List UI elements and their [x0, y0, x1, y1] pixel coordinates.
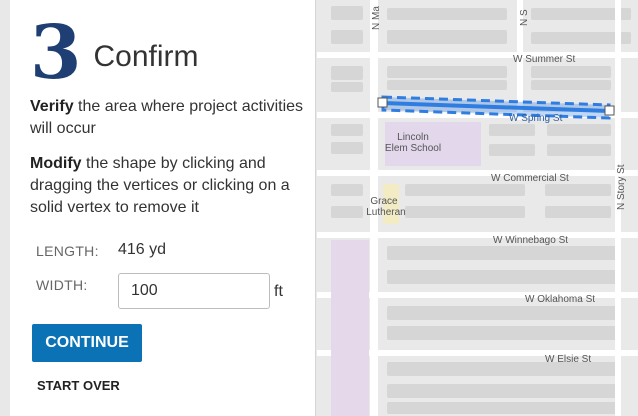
vertex-handle-east[interactable]	[604, 105, 615, 116]
step-number: 3	[30, 10, 82, 96]
verify-bold: Verify	[30, 98, 74, 115]
map-canvas[interactable]: W Summer St W Spring St W Commercial St …	[317, 0, 638, 416]
modify-instruction: Modify the shape by clicking and draggin…	[30, 153, 310, 219]
start-over-link[interactable]: START OVER	[37, 378, 120, 393]
street-label-story: N Story St	[616, 164, 627, 210]
width-input[interactable]	[118, 273, 270, 309]
street-label-commercial: W Commercial St	[491, 173, 569, 184]
street-label-spring: W Spring St	[509, 113, 563, 124]
modify-bold: Modify	[30, 155, 82, 172]
width-label: WIDTH:	[36, 277, 88, 293]
place-label-lincoln: Lincoln	[397, 132, 429, 143]
street-label-ma: N Ma	[371, 6, 382, 30]
confirm-panel: 3 Confirm Verify the area where project …	[10, 0, 316, 416]
width-unit: ft	[274, 283, 283, 300]
verify-instruction: Verify the area where project activities…	[30, 96, 310, 140]
length-value: 416 yd	[118, 241, 167, 258]
street-label-elsie: W Elsie St	[545, 354, 591, 365]
map-view[interactable]: W Summer St W Spring St W Commercial St …	[317, 0, 638, 416]
place-label-lutheran: Lutheran	[366, 207, 405, 218]
continue-button[interactable]: CONTINUE	[32, 324, 142, 362]
step-header: 3 Confirm	[30, 10, 199, 96]
street-label-winnebago: W Winnebago St	[493, 235, 568, 246]
street-label-n-s: N S	[519, 9, 530, 26]
step-title: Confirm	[93, 40, 199, 73]
street-label-oklahoma: W Oklahoma St	[525, 294, 595, 305]
place-label-elem-school: Elem School	[385, 143, 441, 154]
place-label-grace: Grace	[370, 196, 398, 207]
park-area	[331, 240, 369, 416]
length-label: LENGTH:	[36, 243, 99, 259]
vertex-handle-west[interactable]	[377, 97, 388, 108]
street-label-summer: W Summer St	[513, 54, 575, 65]
